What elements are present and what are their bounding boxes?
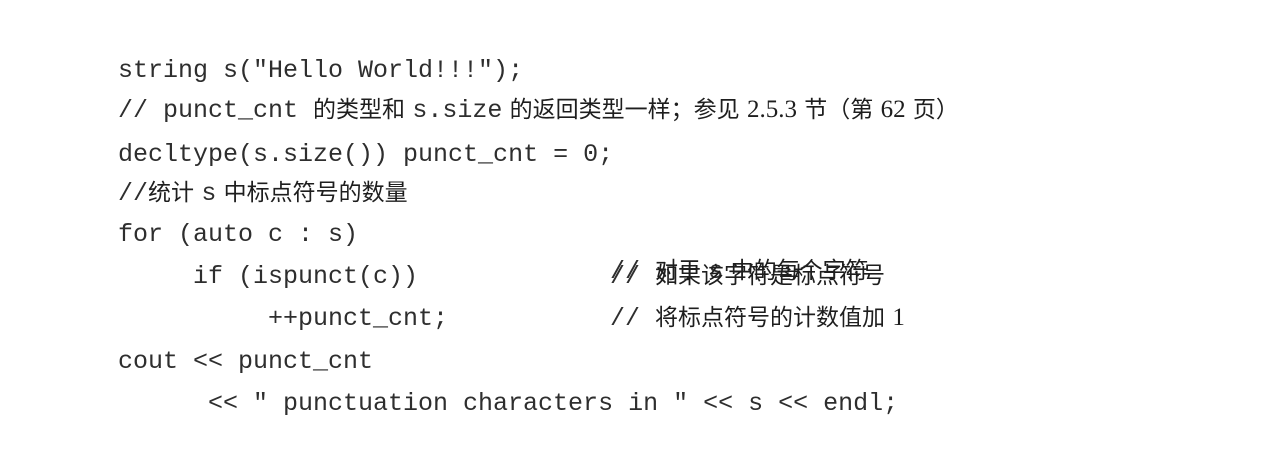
code-line-5: for (auto c : s) // 对于 s 中的每个字符 xyxy=(93,180,869,286)
inline-comment: // 将标点符号的计数值加 1 xyxy=(610,300,905,337)
code-line-7: ++punct_cnt; xyxy=(243,264,448,333)
comment-text: 如果该字符是标点符号 xyxy=(655,263,886,289)
code-line-6: if (ispunct(c)) xyxy=(168,222,418,291)
code-listing: string s("Hello World!!!"); // punct_cnt… xyxy=(93,0,1243,418)
comment-prefix: // xyxy=(610,262,656,291)
code-line-1: string s("Hello World!!!"); xyxy=(93,16,523,85)
comment-text: 页） xyxy=(905,97,959,123)
code-line-3: decltype(s.size()) punct_cnt = 0; xyxy=(93,100,613,169)
code-line-7-comment: // 将标点符号的计数值加 1 xyxy=(93,264,905,333)
comment-text: 将标点符号的计数值加 xyxy=(655,305,893,331)
comment-prefix: // xyxy=(610,304,656,333)
code-line-8: cout << punct_cnt xyxy=(93,307,373,376)
code-line-9: << " punctuation characters in " << s <<… xyxy=(183,349,898,418)
code-line-2-comment: // punct_cnt 的类型和 s.size 的返回类型一样；参见 2.5.… xyxy=(93,56,959,125)
code-text: << " punctuation characters in " << s <<… xyxy=(208,389,899,418)
inline-comment: // 如果该字符是标点符号 xyxy=(610,258,885,295)
code-line-4-comment: //统计 s 中标点符号的数量 xyxy=(93,139,408,208)
comment-number: 1 xyxy=(892,304,905,331)
code-line-6-comment: // 如果该字符是标点符号 xyxy=(93,222,885,291)
section-ref: 2.5.3 xyxy=(747,96,797,123)
page-ref: 62 xyxy=(880,96,906,123)
comment-text: 节（第 xyxy=(797,97,881,123)
